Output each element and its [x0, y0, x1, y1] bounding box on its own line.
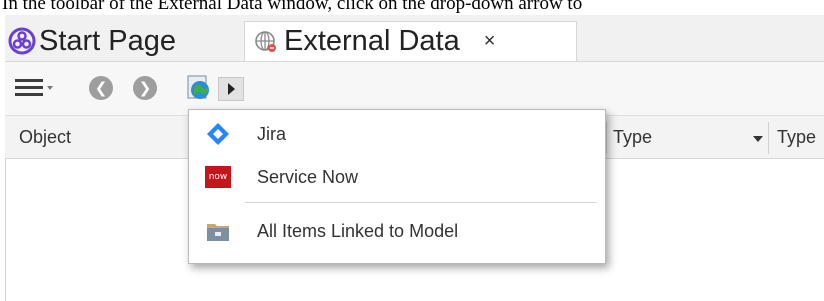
external-data-icon [253, 29, 279, 55]
menu-item-jira-label: Jira [257, 124, 287, 144]
menu-item-all-items-linked[interactable]: All Items Linked to Model [189, 213, 605, 249]
menu-item-jira[interactable]: Jira [189, 116, 605, 152]
jira-icon [205, 122, 231, 146]
tab-external-data[interactable]: External Data × [244, 21, 577, 61]
menu-separator [245, 202, 597, 203]
back-icon[interactable]: ❮ [89, 76, 113, 100]
menu-item-service-now-label: Service Now [257, 167, 359, 187]
column-divider [768, 122, 769, 154]
start-page-icon [8, 27, 36, 55]
column-divider [606, 122, 607, 154]
menu-icon[interactable] [15, 77, 43, 99]
tab-external-data-label: External Data [284, 25, 460, 57]
column-filter-dropdown-icon[interactable] [753, 136, 763, 142]
servicenow-icon: now [205, 166, 231, 188]
tab-start-page[interactable]: Start Page [8, 21, 245, 61]
menu-dropdown-caret-icon[interactable] [47, 86, 53, 90]
menu-item-all-items-linked-label: All Items Linked to Model [257, 221, 459, 241]
dropdown-arrow-icon[interactable] [218, 77, 244, 101]
tab-start-page-label: Start Page [39, 24, 177, 57]
document-tab-bar: Start Page External Data × [5, 15, 824, 62]
globe-icon[interactable] [185, 73, 215, 103]
forward-icon[interactable]: ❯ [133, 76, 157, 100]
column-header-type[interactable]: Type [613, 116, 652, 159]
folder-linked-icon [205, 219, 231, 243]
external-data-dropdown-menu: Jira now Service Now All Items Linked to… [188, 109, 606, 264]
menu-item-service-now[interactable]: now Service Now [189, 159, 605, 195]
external-data-toolbar: ❮ ❯ [5, 62, 824, 115]
column-header-object[interactable]: Object [19, 116, 71, 159]
instruction-caption: In the toolbar of the External Data wind… [2, 0, 583, 14]
close-icon[interactable]: × [484, 30, 496, 53]
column-header-type-2[interactable]: Type [777, 116, 816, 159]
